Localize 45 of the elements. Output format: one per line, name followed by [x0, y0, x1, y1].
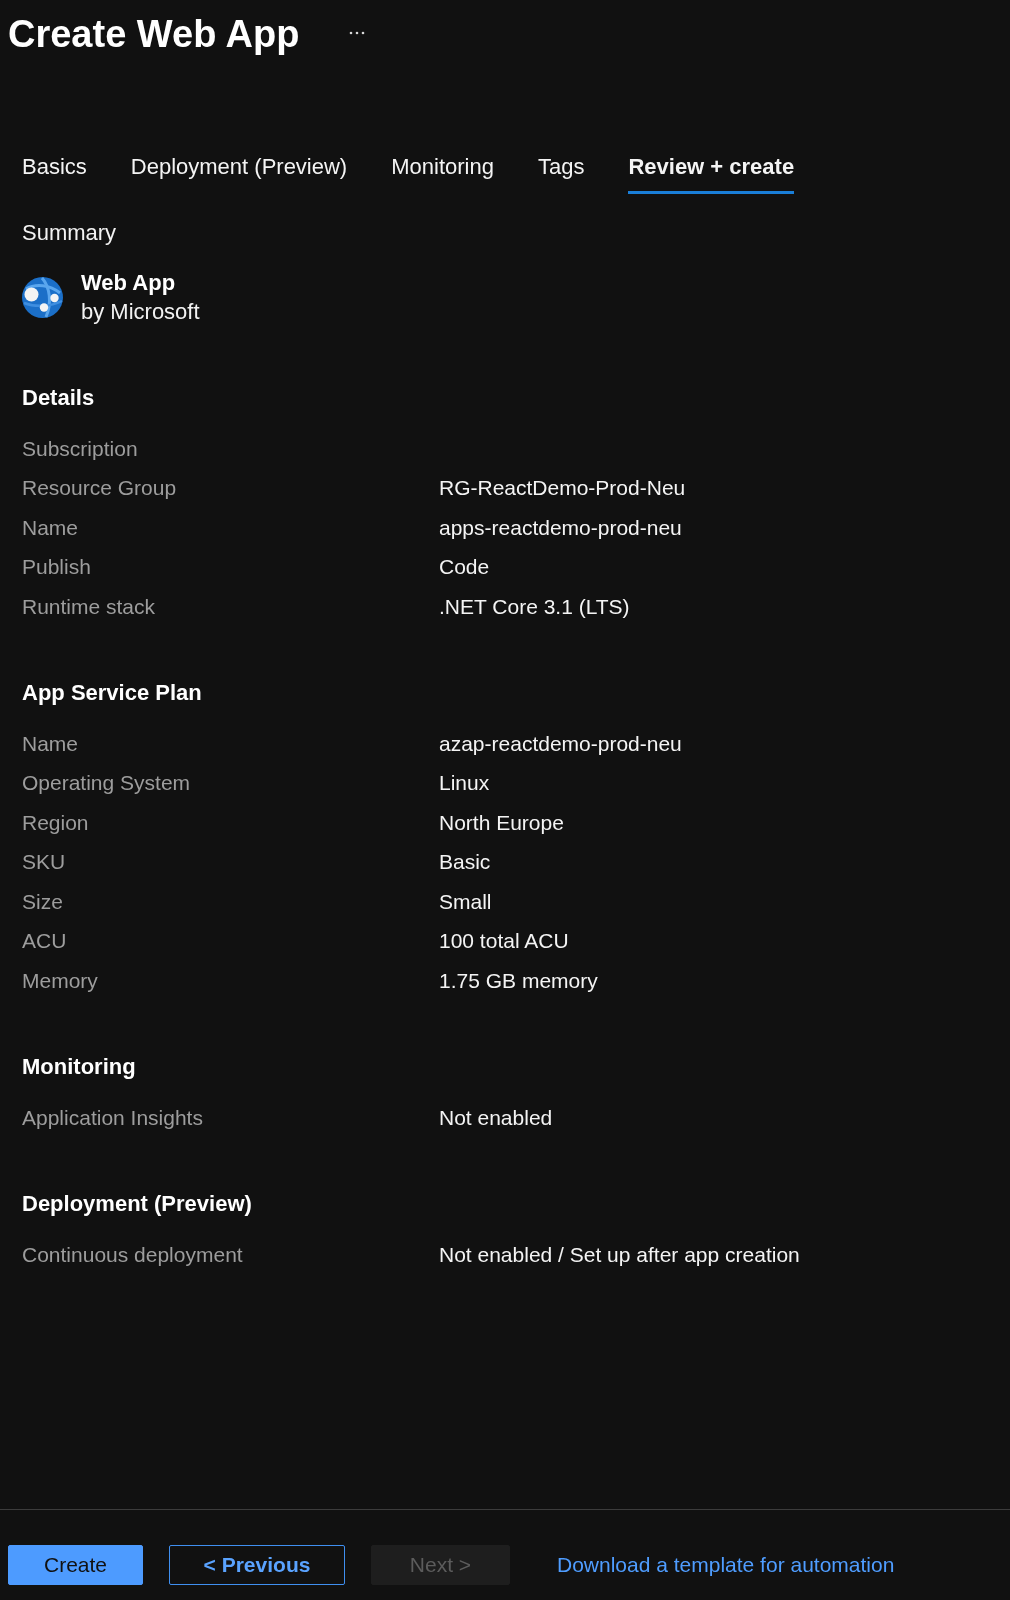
- field-value: Small: [439, 888, 493, 915]
- field-value: azap-reactdemo-prod-neu: [439, 730, 683, 757]
- field-value: .NET Core 3.1 (LTS): [439, 593, 631, 620]
- product-name: Web App: [81, 269, 177, 297]
- section-heading: App Service Plan: [22, 678, 203, 707]
- field-label: Region: [22, 809, 90, 836]
- globe-icon: [22, 276, 63, 318]
- field-label: Size: [22, 888, 64, 915]
- field-label: ACU: [22, 928, 68, 954]
- field-value: Basic: [439, 849, 492, 875]
- field-value: 1.75 GB memory: [439, 967, 599, 994]
- summary-heading: Summary: [22, 219, 118, 247]
- create-button[interactable]: Create: [8, 1545, 143, 1585]
- field-value: Linux: [439, 770, 491, 796]
- template-download-link[interactable]: Download a template for automation: [557, 1545, 895, 1585]
- field-value: apps-reactdemo-prod-neu: [439, 514, 683, 541]
- field-label: Name: [22, 730, 80, 757]
- page-title: Create Web App: [8, 12, 300, 56]
- field-value: 100 total ACU: [439, 928, 570, 954]
- field-label: Application Insights: [22, 1104, 204, 1131]
- field-value: Code: [439, 554, 491, 580]
- more-icon[interactable]: [349, 31, 366, 35]
- field-value: Not enabled / Set up after app creation: [439, 1241, 801, 1268]
- field-label: Runtime stack: [22, 593, 157, 620]
- field-label: Name: [22, 514, 80, 541]
- field-label: Memory: [22, 967, 99, 994]
- field-label: Publish: [22, 554, 92, 580]
- field-value: Not enabled: [439, 1104, 554, 1131]
- tab[interactable]: Deployment (Preview): [130, 152, 348, 194]
- tab[interactable]: Tags: [537, 152, 585, 194]
- field-label: Subscription: [22, 435, 139, 462]
- section-heading: Details: [22, 383, 96, 412]
- field-value: North Europe: [439, 809, 565, 836]
- field-label: SKU: [22, 849, 67, 875]
- previous-button[interactable]: < Previous: [169, 1545, 345, 1585]
- tab[interactable]: Review + create: [628, 152, 795, 194]
- field-value: RG-ReactDemo-Prod-Neu: [439, 475, 687, 501]
- tab[interactable]: Basics: [22, 152, 87, 194]
- field-label: Resource Group: [22, 475, 178, 501]
- publisher-name: by Microsoft: [81, 298, 200, 326]
- field-label: Operating System: [22, 770, 192, 796]
- tab[interactable]: Monitoring: [391, 152, 494, 194]
- field-label: Continuous deployment: [22, 1241, 244, 1268]
- section-heading: Monitoring: [22, 1052, 137, 1081]
- section-heading: Deployment (Preview): [22, 1189, 253, 1218]
